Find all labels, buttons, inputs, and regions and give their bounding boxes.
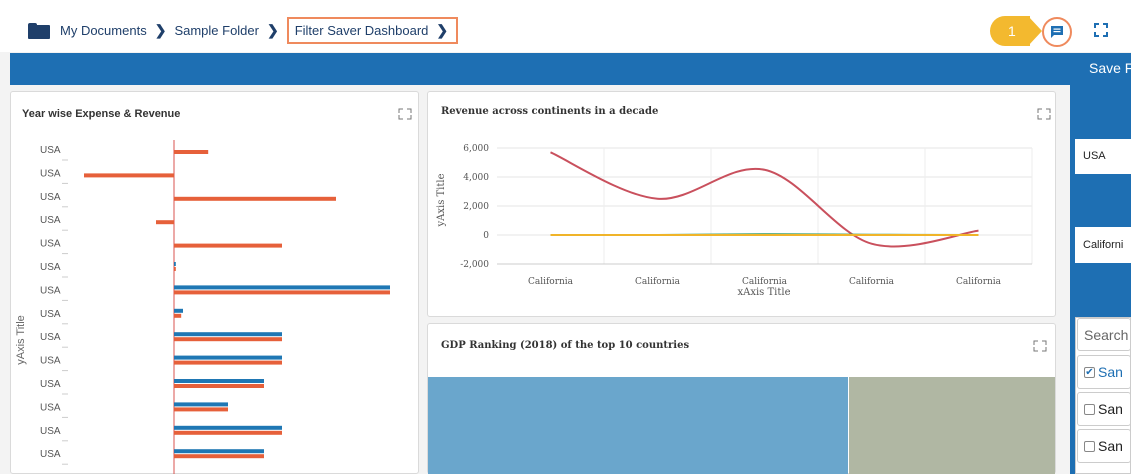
y-tick-label: USA [40, 332, 61, 343]
bar [174, 360, 282, 365]
expand-icon[interactable] [398, 108, 412, 120]
y-tick-label: USA [40, 215, 61, 226]
filter-list-item[interactable]: ✔ San [1077, 355, 1131, 389]
y-tick-label: USA [40, 168, 61, 179]
y-tick-label: USA [40, 239, 61, 250]
bar [174, 337, 282, 342]
x-tick-label: California [635, 277, 681, 287]
y-tick-label: -2,000 [460, 260, 489, 270]
y-axis-title: yAxis Title [436, 173, 447, 227]
y-tick-label: USA [40, 309, 61, 320]
y-tick-label: USA [40, 449, 61, 460]
fullscreen-icon[interactable] [1094, 23, 1108, 37]
bar [174, 262, 176, 266]
bar [174, 379, 264, 383]
bar [174, 267, 176, 271]
bar [174, 430, 282, 435]
breadcrumb-item-sample-folder[interactable]: Sample Folder [174, 23, 259, 38]
chart-title: GDP Ranking (2018) of the top 10 countri… [441, 340, 690, 351]
y-axis-title: yAxis Title [15, 315, 27, 365]
comment-button[interactable] [1042, 17, 1072, 47]
checkbox-icon[interactable] [1084, 441, 1095, 452]
series-line [550, 151, 979, 248]
state-filter-field[interactable]: Californi [1075, 227, 1131, 263]
bar [84, 173, 174, 178]
list-item-label: San [1098, 401, 1123, 417]
y-tick-label: 2,000 [463, 202, 489, 212]
breadcrumb-item-current[interactable]: Filter Saver Dashboard ❯ [286, 17, 459, 44]
bar [174, 243, 282, 248]
save-filter-button[interactable]: Save F [1089, 60, 1131, 76]
expand-icon[interactable] [1037, 108, 1051, 120]
bar [174, 290, 390, 295]
treemap-cell[interactable] [428, 377, 848, 474]
bar [174, 150, 209, 154]
filter-list-item[interactable]: San [1077, 429, 1131, 463]
x-tick-label: California [528, 277, 574, 287]
bar [174, 454, 264, 459]
filter-list-item[interactable]: San [1077, 392, 1131, 426]
country-filter-field[interactable]: USA [1075, 139, 1131, 174]
list-item-label: San [1098, 438, 1123, 454]
bar [174, 425, 282, 430]
bar [174, 407, 228, 412]
folder-icon[interactable] [28, 22, 50, 39]
bar [156, 220, 174, 225]
dashboard-header [10, 53, 1131, 85]
bar [174, 285, 390, 290]
x-axis-title: xAxis Title [737, 287, 790, 298]
bar [174, 355, 282, 360]
chevron-right-icon: ❯ [266, 22, 279, 38]
breadcrumb-item-my-documents[interactable]: My Documents [60, 23, 147, 38]
chevron-right-icon: ❯ [436, 22, 449, 38]
bar [174, 449, 264, 454]
treemap-cell[interactable] [849, 377, 1055, 474]
breadcrumb: My Documents ❯ Sample Folder ❯ Filter Sa… [28, 17, 459, 44]
bar [174, 313, 182, 318]
y-tick-label: USA [40, 402, 61, 413]
y-tick-label: USA [40, 426, 61, 437]
bar [174, 196, 336, 201]
expand-icon[interactable] [1033, 340, 1047, 352]
checkbox-checked-icon[interactable]: ✔ [1084, 367, 1095, 378]
y-tick-label: 6,000 [463, 144, 489, 154]
y-tick-label: USA [40, 356, 61, 367]
callout-number: 1 [990, 16, 1030, 46]
x-tick-label: California [849, 277, 895, 287]
y-tick-label: 4,000 [463, 173, 489, 183]
filter-search-input[interactable]: Search [1077, 318, 1131, 351]
bar [174, 384, 264, 388]
y-tick-label: USA [40, 192, 61, 203]
bar [174, 402, 228, 407]
y-tick-label: USA [40, 379, 61, 390]
x-tick-label: California [956, 277, 1002, 287]
revenue-continents-chart: 6,000 4,000 2,000 0 -2,000 California Californ… [436, 144, 1033, 298]
chart-title: Year wise Expense & Revenue [22, 108, 181, 120]
breadcrumb-item-dashboard[interactable]: Filter Saver Dashboard [295, 23, 429, 38]
expense-revenue-chart: yAxis Title USA USA USA USA USA USA USA USA USA US… [15, 140, 390, 474]
bar [174, 332, 282, 337]
checkbox-icon[interactable] [1084, 404, 1095, 415]
chart-title: Revenue across continents in a decade [441, 106, 659, 117]
y-tick-label: USA [40, 285, 61, 296]
top-bar: My Documents ❯ Sample Folder ❯ Filter Sa… [0, 0, 1131, 52]
y-tick-label: 0 [483, 231, 489, 241]
comment-icon [1051, 26, 1063, 38]
bar [174, 308, 183, 313]
y-tick-label: USA [40, 262, 61, 273]
callout-arrow [1028, 16, 1042, 46]
list-item-label: San [1098, 364, 1123, 380]
y-tick-label: USA [40, 145, 61, 156]
x-tick-label: California [742, 277, 788, 287]
chevron-right-icon: ❯ [154, 22, 167, 38]
callout-marker: 1 [990, 16, 1042, 46]
